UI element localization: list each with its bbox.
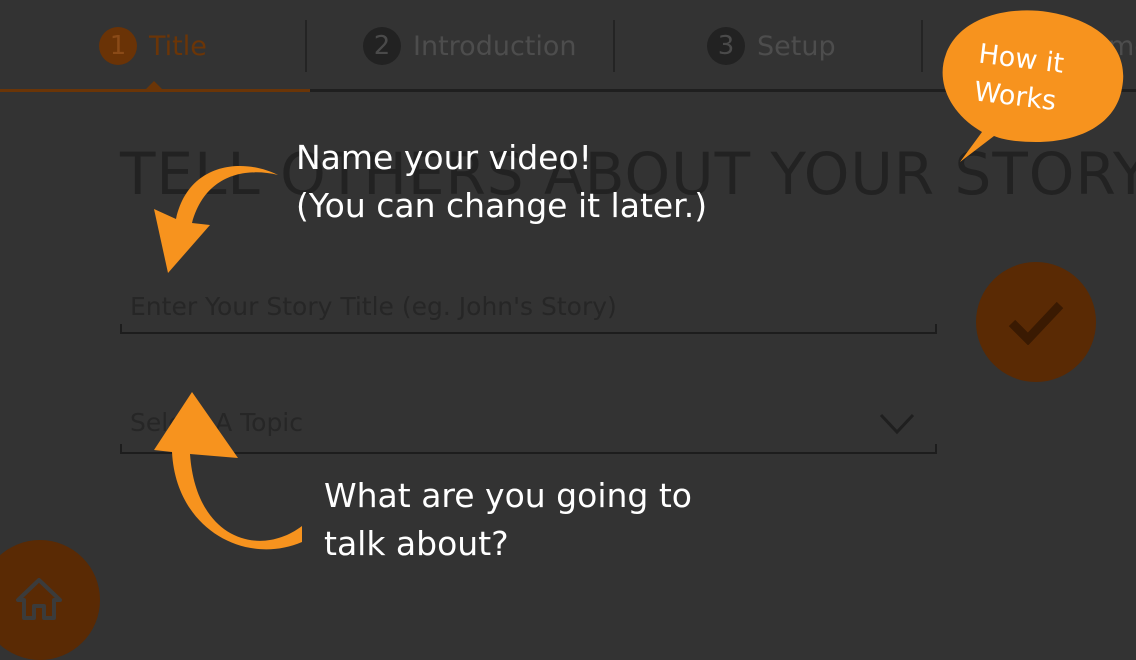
step-label: Title <box>149 30 207 62</box>
step-divider <box>921 20 923 72</box>
active-step-caret <box>146 81 162 89</box>
step-introduction[interactable]: 2 Introduction <box>363 26 577 66</box>
curved-arrow-icon <box>154 392 302 550</box>
step-number: 2 <box>363 27 401 65</box>
story-title-field <box>120 288 937 334</box>
step-divider <box>613 20 615 72</box>
how-it-works-label: How it Works <box>972 36 1090 125</box>
name-video-callout: Name your video! (You can change it late… <box>296 134 707 230</box>
step-title[interactable]: 1 Title <box>99 26 207 66</box>
chevron-down-icon <box>879 413 915 435</box>
home-icon <box>16 578 62 620</box>
step-label: Introduction <box>413 30 577 62</box>
step-label: Setup <box>757 30 836 62</box>
story-title-input[interactable] <box>130 288 890 324</box>
callout-line: (You can change it later.) <box>296 186 708 225</box>
callout-line: Name your video! <box>296 138 592 177</box>
checkmark-icon <box>1008 301 1064 345</box>
step-progress-fill <box>0 89 310 92</box>
home-button[interactable] <box>0 540 100 660</box>
confirm-button[interactable] <box>976 262 1096 382</box>
step-number: 1 <box>99 27 137 65</box>
step-number: 3 <box>707 27 745 65</box>
how-it-works-bubble[interactable]: How it Works <box>930 8 1136 178</box>
callout-line: What are you going to <box>324 476 692 515</box>
callout-line: talk about? <box>324 524 509 563</box>
input-underline <box>120 324 937 334</box>
step-setup[interactable]: 3 Setup <box>707 26 836 66</box>
step-divider <box>305 20 307 72</box>
topic-callout: What are you going to talk about? <box>324 472 692 568</box>
curved-arrow-icon <box>154 165 278 273</box>
